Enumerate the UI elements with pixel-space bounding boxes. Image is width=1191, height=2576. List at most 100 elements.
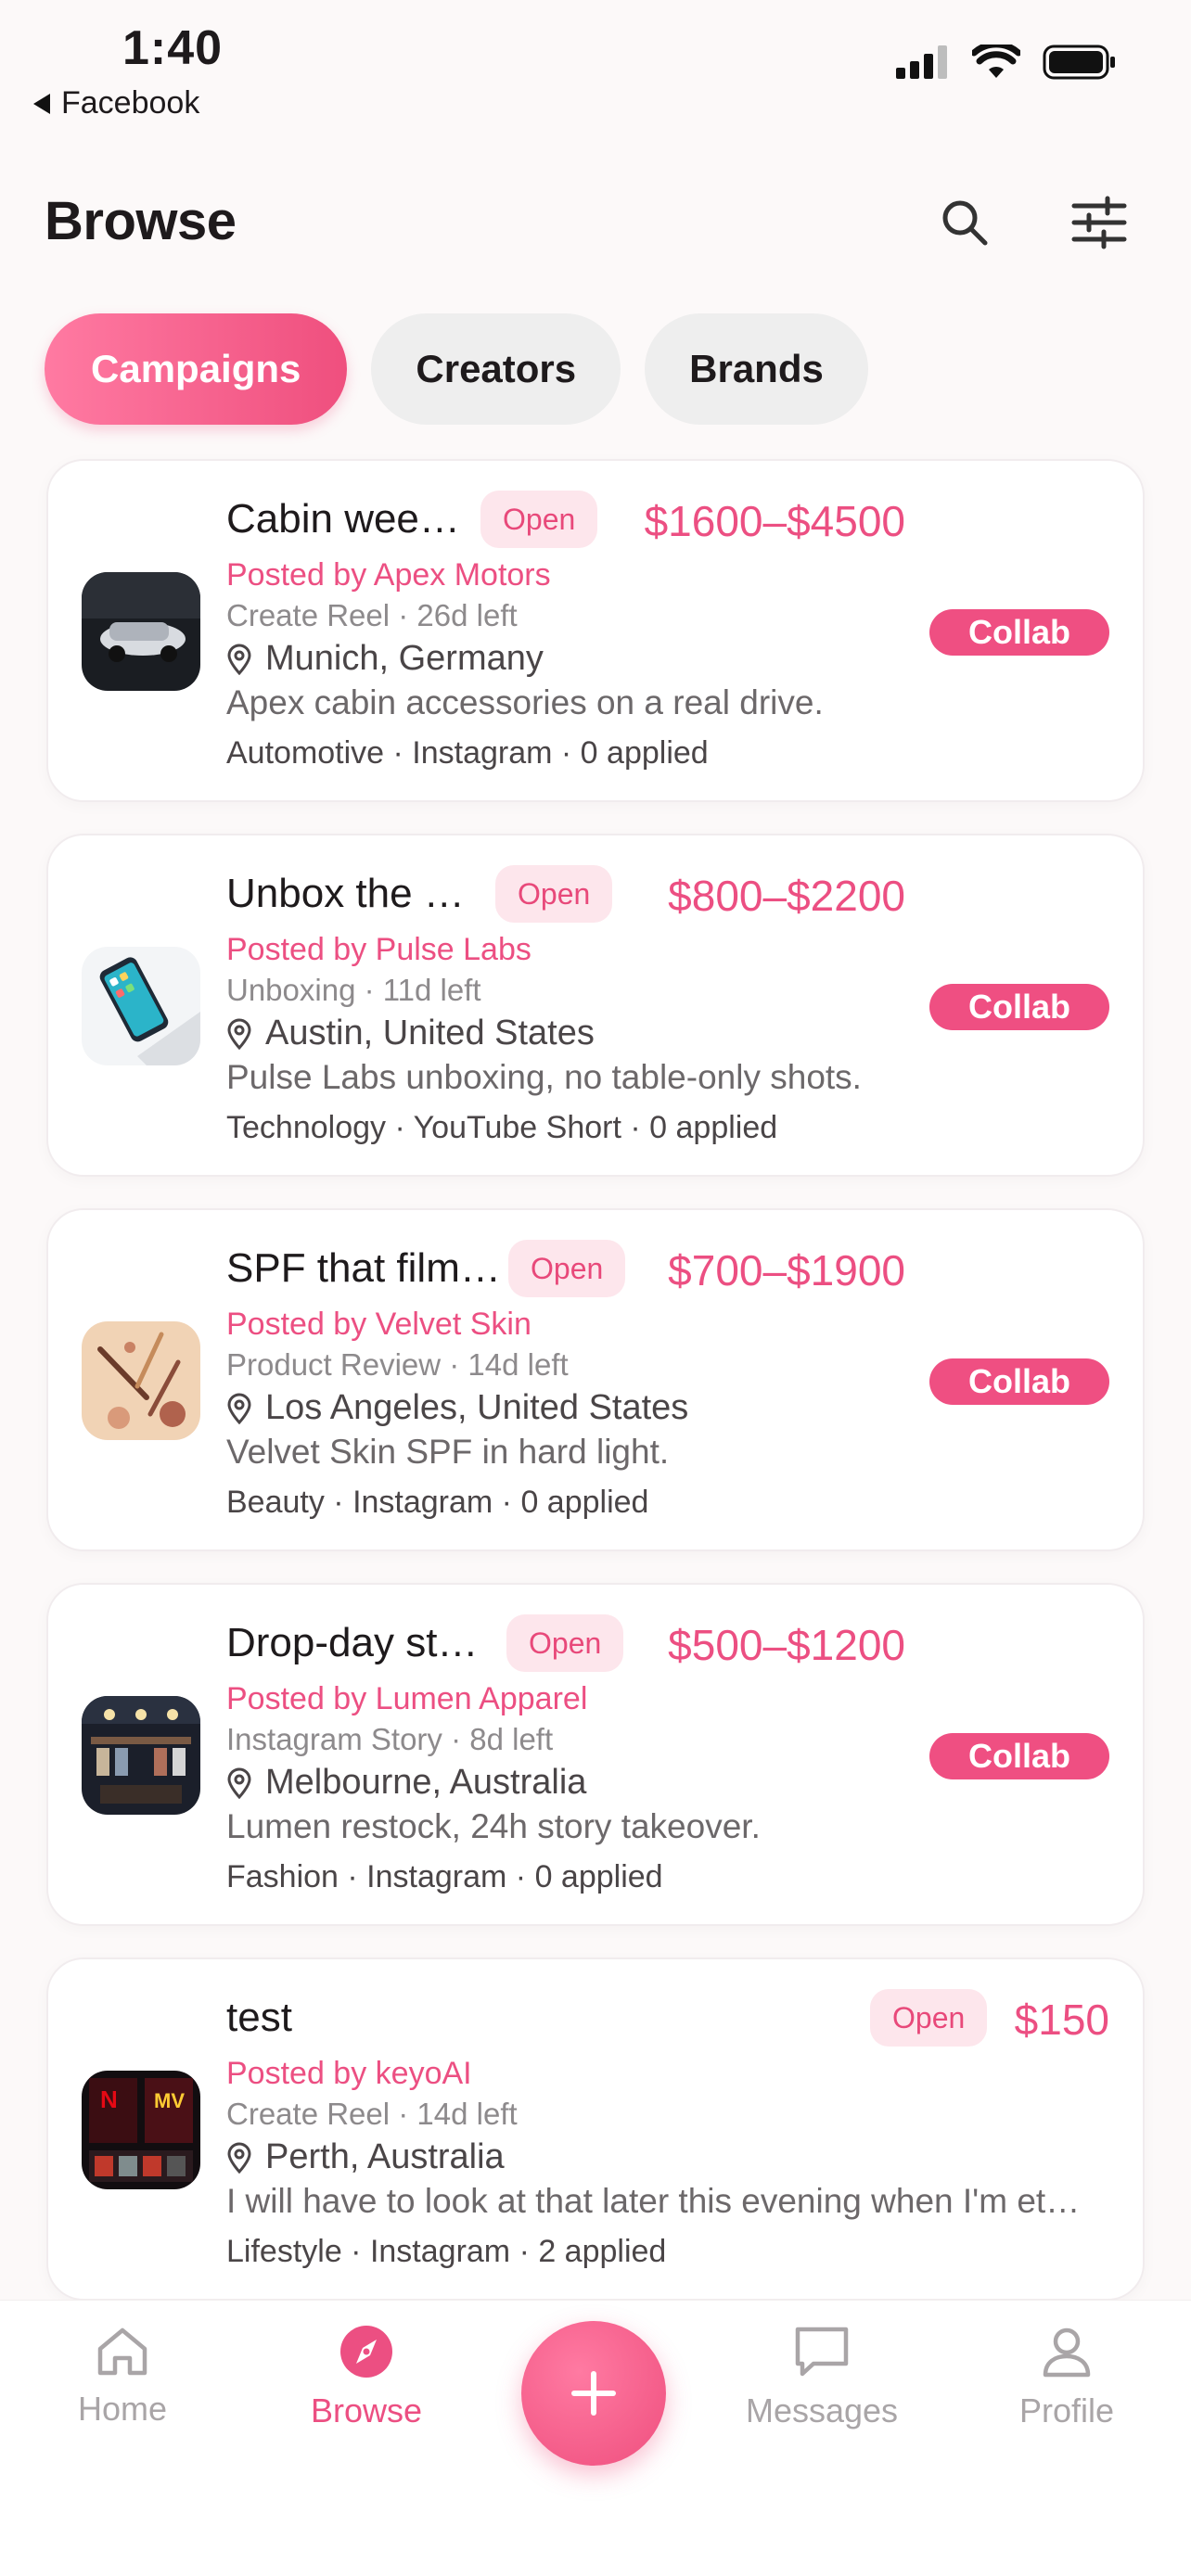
campaign-thumbnail xyxy=(82,947,200,1065)
campaign-title: test xyxy=(226,1995,292,2040)
create-button[interactable] xyxy=(521,2321,666,2466)
campaign-footer: Technology · YouTube Short · 0 applied xyxy=(226,1110,778,1145)
search-button[interactable] xyxy=(932,190,997,255)
campaign-thumbnail xyxy=(82,1696,200,1815)
location-text: Austin, United States xyxy=(265,1014,595,1052)
location-pin-icon xyxy=(227,1767,251,1799)
filter-button[interactable] xyxy=(1067,190,1132,255)
profile-icon xyxy=(1043,2327,1091,2378)
nav-browse-label: Browse xyxy=(310,2391,423,2429)
back-to-app-link[interactable]: Facebook xyxy=(33,85,199,121)
posted-by-link[interactable]: Posted by Apex Motors xyxy=(226,557,551,593)
status-badge: Open xyxy=(508,1240,626,1297)
campaign-budget: $1600–$4500 xyxy=(644,497,905,545)
status-badge: Open xyxy=(506,1614,624,1672)
tab-brands[interactable]: Brands xyxy=(645,313,868,425)
posted-by-link[interactable]: Posted by Pulse Labs xyxy=(226,932,531,968)
campaign-budget: $800–$2200 xyxy=(668,872,905,920)
campaign-list: Cabin wee… Open $1600–$4500 Posted by Ap… xyxy=(46,459,1145,2332)
campaign-title: Unbox the … xyxy=(226,871,465,916)
campaign-card[interactable]: Unbox the … Open $800–$2200 Posted by Pu… xyxy=(46,834,1145,1177)
location-text: Perth, Australia xyxy=(265,2137,505,2176)
back-app-label: Facebook xyxy=(61,85,200,121)
campaign-meta: Unboxing · 11d left xyxy=(226,973,481,1007)
campaign-meta: Create Reel · 26d left xyxy=(226,598,518,632)
nav-messages-label: Messages xyxy=(745,2391,899,2429)
bottom-nav: Home Browse Messages Profile xyxy=(0,2300,1191,2576)
location-pin-icon xyxy=(227,1018,251,1050)
location-pin-icon xyxy=(227,644,251,675)
svg-text:N: N xyxy=(100,2085,118,2113)
collab-button[interactable]: Collab xyxy=(929,609,1109,656)
nav-messages[interactable]: Messages xyxy=(729,2325,915,2430)
sliders-icon xyxy=(1071,196,1127,249)
status-badge: Open xyxy=(870,1989,988,2047)
campaign-title: SPF that film… xyxy=(226,1245,501,1291)
status-bar: 1:40 Facebook xyxy=(0,0,1191,139)
collab-button[interactable]: Collab xyxy=(929,1358,1109,1405)
home-icon xyxy=(97,2327,147,2376)
location-text: Los Angeles, United States xyxy=(265,1388,689,1427)
nav-profile[interactable]: Profile xyxy=(974,2325,1159,2430)
plus-icon xyxy=(571,2371,616,2416)
status-time: 1:40 xyxy=(122,21,224,75)
campaign-card[interactable]: SPF that film… Open $700–$1900 Posted by… xyxy=(46,1208,1145,1551)
battery-icon xyxy=(1043,45,1115,80)
status-badge: Open xyxy=(495,865,613,923)
campaign-description: Pulse Labs unboxing, no table-only shots… xyxy=(226,1058,862,1096)
posted-by-link[interactable]: Posted by keyoAI xyxy=(226,2056,472,2092)
campaign-budget: $700–$1900 xyxy=(668,1246,905,1294)
wifi-icon xyxy=(972,45,1020,78)
campaign-footer: Fashion · Instagram · 0 applied xyxy=(226,1859,663,1894)
campaign-footer: Beauty · Instagram · 0 applied xyxy=(226,1485,649,1520)
nav-home[interactable]: Home xyxy=(30,2325,215,2429)
campaign-description: Lumen restock, 24h story takeover. xyxy=(226,1807,761,1845)
nav-browse[interactable]: Browse xyxy=(274,2325,459,2430)
campaign-description: Apex cabin accessories on a real drive. xyxy=(226,683,824,721)
campaign-location: Perth, Australia xyxy=(226,2137,505,2177)
location-pin-icon xyxy=(227,2142,251,2174)
campaign-card[interactable]: Drop-day st… Open $500–$1200 Posted by L… xyxy=(46,1583,1145,1926)
campaign-meta: Product Review · 14d left xyxy=(226,1347,569,1382)
campaign-budget: $500–$1200 xyxy=(668,1621,905,1669)
back-arrow-icon xyxy=(33,93,50,114)
posted-by-link[interactable]: Posted by Lumen Apparel xyxy=(226,1681,587,1717)
nav-profile-label: Profile xyxy=(1018,2391,1115,2429)
location-text: Melbourne, Australia xyxy=(265,1763,587,1802)
tab-campaigns[interactable]: Campaigns xyxy=(45,313,348,425)
campaign-budget: $150 xyxy=(1014,1996,1109,2044)
campaign-thumbnail xyxy=(82,572,200,691)
campaign-card[interactable]: N MV test Open $150 Posted by keyoAI Cre… xyxy=(46,1958,1145,2301)
campaign-meta: Instagram Story · 8d left xyxy=(226,1722,554,1756)
campaign-title: Cabin wee… xyxy=(226,496,460,542)
campaign-footer: Lifestyle · Instagram · 2 applied xyxy=(226,2234,667,2269)
campaign-location: Los Angeles, United States xyxy=(226,1388,688,1428)
browse-tabs: Campaigns Creators Brands xyxy=(45,313,868,425)
posted-by-link[interactable]: Posted by Velvet Skin xyxy=(226,1307,531,1343)
campaign-card[interactable]: Cabin wee… Open $1600–$4500 Posted by Ap… xyxy=(46,459,1145,802)
signal-icon xyxy=(896,45,947,79)
campaign-location: Austin, United States xyxy=(226,1014,595,1053)
campaign-thumbnail: N MV xyxy=(82,2071,200,2189)
collab-button[interactable]: Collab xyxy=(929,1733,1109,1779)
message-icon xyxy=(795,2327,849,2377)
campaign-description: I will have to look at that later this e… xyxy=(226,2182,1081,2220)
svg-text:MV: MV xyxy=(154,2089,185,2112)
location-pin-icon xyxy=(227,1393,251,1424)
campaign-title: Drop-day st… xyxy=(226,1620,479,1665)
campaign-location: Munich, Germany xyxy=(226,639,544,679)
nav-home-label: Home xyxy=(77,2390,168,2428)
tab-creators[interactable]: Creators xyxy=(371,313,621,425)
campaign-footer: Automotive · Instagram · 0 applied xyxy=(226,735,709,771)
campaign-thumbnail xyxy=(82,1321,200,1440)
location-text: Munich, Germany xyxy=(265,639,544,678)
campaign-meta: Create Reel · 14d left xyxy=(226,2097,518,2131)
status-badge: Open xyxy=(480,491,598,548)
page-title: Browse xyxy=(45,191,237,251)
search-icon xyxy=(942,200,988,246)
compass-icon xyxy=(340,2326,392,2378)
status-icons xyxy=(896,45,1117,80)
collab-button[interactable]: Collab xyxy=(929,984,1109,1030)
campaign-description: Velvet Skin SPF in hard light. xyxy=(226,1433,670,1471)
campaign-location: Melbourne, Australia xyxy=(226,1763,586,1803)
